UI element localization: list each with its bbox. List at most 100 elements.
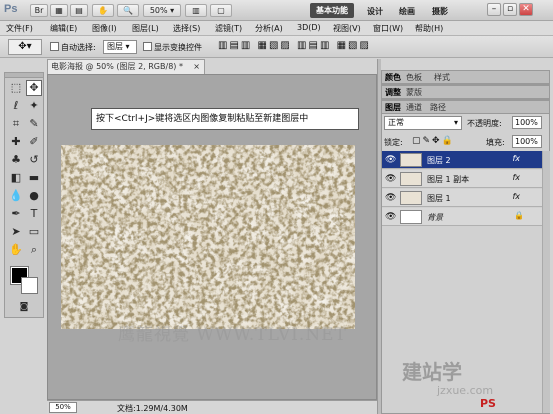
toolbox-grip[interactable] [5, 73, 43, 78]
zoom-tool-button[interactable]: 🔍 [117, 4, 139, 17]
tab-layers[interactable]: 图层 [385, 102, 401, 113]
adjust-panel-tabs: 调整 蒙版 [382, 86, 549, 99]
screen-mode-button[interactable]: ▢ [210, 4, 232, 17]
lasso-icon[interactable]: ℓ [8, 98, 24, 114]
arrange-button[interactable]: ▥ [185, 4, 207, 17]
layer-row[interactable]: 👁 图层 1 fx [382, 189, 542, 207]
minimize-icon[interactable]: – [487, 3, 501, 16]
opacity-field[interactable]: 100% [512, 116, 542, 129]
tool-preset-picker[interactable]: ✥▾ [8, 39, 42, 55]
eye-icon[interactable]: 👁 [385, 193, 396, 203]
view-extras-button[interactable]: ▤ [70, 4, 88, 17]
zoom-level-select[interactable]: 50% ▾ [143, 4, 181, 17]
close-tab-icon[interactable]: × [193, 60, 200, 74]
align-icons[interactable]: ▥▤▥ ▦▧▨ ▥▤▥ ▦▧▨ [218, 40, 371, 51]
history-brush-icon[interactable]: ↺ [26, 152, 42, 168]
gradient-icon[interactable]: ▬ [26, 170, 42, 186]
fill-label: 填充: [486, 138, 505, 147]
hand-icon[interactable]: ✋ [8, 242, 24, 258]
fx-icon[interactable]: fx [512, 192, 520, 201]
app-bar: Ps Br ▦ ▤ ✋ 🔍 50% ▾ ▥ ▢ 基本功能 设计 绘画 摄影 – … [0, 0, 553, 21]
type-icon[interactable]: T [26, 206, 42, 222]
eye-icon[interactable]: 👁 [385, 155, 396, 165]
layer-name: 图层 1 副本 [427, 175, 470, 184]
background-color[interactable] [21, 277, 38, 294]
workspace-design[interactable]: 设计 [367, 6, 383, 17]
maximize-icon[interactable]: ▫ [503, 3, 517, 16]
layer-row[interactable]: 👁 背景 🔒 [382, 208, 542, 226]
instruction-callout: 按下<Ctrl+J>键将选区内图像复制粘贴至新建图层中 [91, 108, 359, 130]
blur-icon[interactable]: 💧 [8, 188, 24, 204]
layer-name: 图层 2 [427, 156, 451, 165]
layers-scrollbar[interactable] [542, 151, 550, 413]
site-url: jzxue.com [437, 384, 494, 397]
minibridge-button[interactable]: ▦ [50, 4, 68, 17]
document-info[interactable]: 文档:1.29M/4.30M [117, 403, 188, 414]
path-select-icon[interactable]: ➤ [8, 224, 24, 240]
show-transform-checkbox[interactable] [143, 42, 152, 51]
texture-svg [61, 145, 355, 329]
texture-image[interactable] [61, 145, 355, 329]
eye-icon[interactable]: 👁 [385, 212, 396, 222]
move-icon[interactable]: ✥ [26, 80, 42, 96]
lock-row: 锁定: ▢✎✥🔒 填充: 100% [384, 135, 547, 149]
ps-logo: Ps [4, 3, 18, 15]
tab-masks[interactable]: 蒙版 [406, 87, 422, 98]
close-icon[interactable]: ✕ [519, 3, 533, 16]
lock-icons[interactable]: ▢✎✥🔒 [412, 136, 455, 146]
workspace-essentials[interactable]: 基本功能 [310, 3, 354, 18]
menu-help[interactable]: 帮助(H) [415, 23, 443, 34]
shape-icon[interactable]: ▭ [26, 224, 42, 240]
zoom-icon[interactable]: ⌕ [26, 242, 42, 258]
layer-row[interactable]: 👁 图层 2 fx [382, 151, 542, 169]
crop-icon[interactable]: ⌗ [8, 116, 24, 132]
eye-icon[interactable]: 👁 [385, 174, 396, 184]
hand-button[interactable]: ✋ [92, 4, 114, 17]
dodge-icon[interactable]: ● [26, 188, 42, 204]
fx-icon[interactable]: fx [512, 154, 520, 163]
menu-file[interactable]: 文件(F) [6, 23, 33, 34]
lock-icon: 🔒 [514, 211, 524, 220]
pen-icon[interactable]: ✒ [8, 206, 24, 222]
canvas-area[interactable]: 按下<Ctrl+J>键将选区内图像复制粘贴至新建图层中 鹰龍視覺 WWW.TLV… [47, 74, 377, 400]
eraser-icon[interactable]: ◧ [8, 170, 24, 186]
menu-view[interactable]: 视图(V) [333, 23, 361, 34]
menu-window[interactable]: 窗口(W) [373, 23, 403, 34]
color-panel-group: 颜色 色板 样式 [381, 70, 550, 85]
tab-adjustments[interactable]: 调整 [385, 87, 401, 98]
fx-icon[interactable]: fx [512, 173, 520, 182]
auto-select-checkbox[interactable] [50, 42, 59, 51]
menu-layer[interactable]: 图层(L) [132, 23, 159, 34]
blend-mode-select[interactable]: 正常 ▾ [384, 116, 462, 130]
lock-label: 锁定: [384, 138, 403, 147]
workspace-photography[interactable]: 摄影 [432, 6, 448, 17]
marquee-icon[interactable]: ⬚ [8, 80, 24, 96]
layer-row[interactable]: 👁 图层 1 副本 fx [382, 170, 542, 188]
tab-styles[interactable]: 样式 [434, 72, 450, 83]
status-bar: 50% 文档:1.29M/4.30M [47, 400, 377, 414]
tab-channels[interactable]: 通道 [406, 102, 422, 113]
magic-wand-icon[interactable]: ✦ [26, 98, 42, 114]
document-tab[interactable]: 电影海报 @ 50% (图层 2, RGB/8) * × [47, 59, 205, 74]
menu-edit[interactable]: 编辑(E) [50, 23, 77, 34]
brush-icon[interactable]: ✐ [26, 134, 42, 150]
fill-field[interactable]: 100% [512, 135, 542, 148]
menu-analysis[interactable]: 分析(A) [255, 23, 283, 34]
workspace-painting[interactable]: 绘画 [399, 6, 415, 17]
quick-mask-icon[interactable]: ◙ [16, 299, 32, 315]
menu-image[interactable]: 图像(I) [92, 23, 117, 34]
status-zoom-field[interactable]: 50% [49, 402, 77, 413]
menu-3d[interactable]: 3D(D) [297, 23, 321, 32]
tab-paths[interactable]: 路径 [430, 102, 446, 113]
tab-color[interactable]: 颜色 [385, 72, 401, 83]
auto-select-dropdown[interactable]: 图层 ▾ [103, 40, 137, 54]
layer-thumbnail [400, 191, 422, 205]
tab-swatches[interactable]: 色板 [406, 72, 422, 83]
menu-filter[interactable]: 滤镜(T) [215, 23, 242, 34]
stamp-icon[interactable]: ♣ [8, 152, 24, 168]
menu-select[interactable]: 选择(S) [173, 23, 200, 34]
site-logo-text: 建站学 [402, 362, 462, 384]
bridge-button[interactable]: Br [30, 4, 48, 17]
healing-icon[interactable]: ✚ [8, 134, 24, 150]
eyedropper-icon[interactable]: ✎ [26, 116, 42, 132]
